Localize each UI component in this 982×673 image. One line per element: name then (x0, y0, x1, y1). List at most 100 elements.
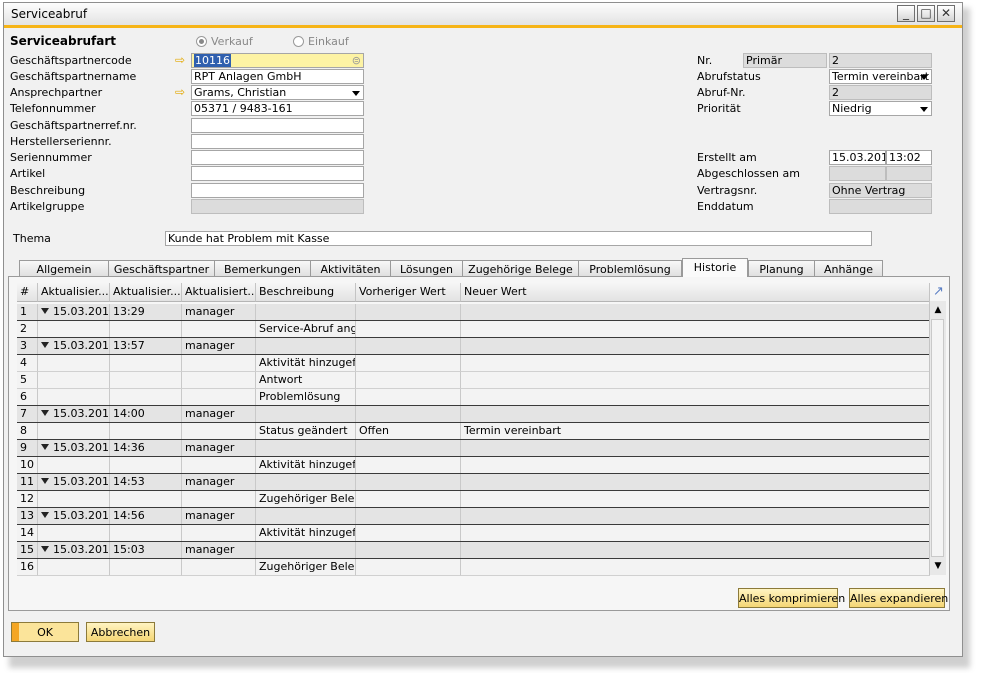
cell-updated-date-text: 15.03.2012 (53, 441, 110, 454)
cancel-button[interactable]: Abbrechen (86, 622, 155, 642)
nr-series-field[interactable]: Primär (743, 53, 827, 68)
table-row[interactable]: 3 15.03.2012 13:57 manager (0, 338, 930, 355)
created-time-field[interactable]: 13:02 (886, 150, 932, 165)
tab-problemloesung[interactable]: Problemlösung (578, 260, 682, 277)
table-row[interactable]: 4 Aktivität hinzugefügt (0, 355, 930, 372)
table-row[interactable]: 12 Zugehöriger Beleg hinzugefügt (0, 491, 930, 508)
tab-historie[interactable]: Historie (682, 258, 748, 277)
bp-name-field[interactable]: RPT Anlagen GmbH (191, 69, 364, 84)
collapse-row-icon[interactable] (41, 512, 49, 518)
table-row[interactable]: 9 15.03.2012 14:36 manager (0, 440, 930, 457)
collapse-row-icon[interactable] (41, 342, 49, 348)
cell-updated-by (182, 423, 256, 440)
bp-ref-field[interactable] (191, 118, 364, 133)
mfr-serial-field[interactable] (191, 134, 364, 149)
tab-zugehoerige-belege[interactable]: Zugehörige Belege (462, 260, 579, 277)
tab-bemerkungen[interactable]: Bemerkungen (214, 260, 311, 277)
collapse-row-icon[interactable] (41, 478, 49, 484)
tab-anhaenge[interactable]: Anhänge (814, 260, 883, 277)
expand-all-button[interactable]: Alles expandieren (849, 588, 948, 608)
collapse-row-icon[interactable] (41, 410, 49, 416)
collapse-row-icon[interactable] (41, 308, 49, 314)
col-header-new-value[interactable]: Neuer Wert (461, 283, 930, 302)
link-arrow-icon[interactable]: ⇨ (175, 54, 185, 66)
radio-verkauf[interactable] (196, 36, 207, 47)
cell-number: 13 (17, 508, 38, 525)
collapse-all-button[interactable]: Alles komprimieren (738, 588, 845, 608)
cell-previous-value (356, 406, 461, 423)
cell-updated-date-text: 15.03.2012 (53, 407, 110, 420)
cell-number: 5 (17, 372, 38, 389)
item-field[interactable] (191, 166, 364, 181)
scroll-up-icon[interactable]: ▲ (931, 303, 945, 317)
call-nr-label: Abruf-Nr. (697, 86, 746, 99)
collapse-row-icon[interactable] (41, 546, 49, 552)
grid-scrollbar[interactable]: ▲ ▼ (929, 301, 946, 575)
contract-field[interactable]: Ohne Vertrag (829, 183, 932, 198)
minimize-icon[interactable]: _ (897, 5, 915, 22)
col-header-updated-by[interactable]: Aktualisiert... (182, 283, 256, 302)
subject-field[interactable]: Kunde hat Problem mit Kasse (165, 231, 872, 246)
ok-button[interactable]: OK (11, 622, 79, 642)
contact-select[interactable]: Grams, Christian (191, 85, 364, 100)
table-row[interactable]: 15 15.03.2012 15:03 manager (0, 542, 930, 559)
table-row[interactable]: 14 Aktivität hinzugefügt (0, 525, 930, 542)
cell-updated-by: manager (182, 338, 256, 355)
table-row[interactable]: 1 15.03.2012 13:29 manager (0, 304, 930, 321)
cell-updated-date (38, 457, 110, 474)
maximize-icon[interactable]: □ (917, 5, 935, 22)
tab-allgemein[interactable]: Allgemein (19, 260, 109, 277)
created-date-field[interactable]: 15.03.2012 (829, 150, 886, 165)
status-label: Abrufstatus (697, 70, 761, 83)
phone-field[interactable]: 05371 / 9483-161 (191, 101, 364, 116)
cell-number-text: 9 (20, 441, 27, 454)
tab-aktivitaeten[interactable]: Aktivitäten (310, 260, 391, 277)
cell-new-value (461, 559, 930, 576)
cell-description: Aktivität hinzugefügt (256, 457, 356, 474)
col-header-previous-value[interactable]: Vorheriger Wert (356, 283, 461, 302)
col-header-number[interactable]: # (17, 283, 38, 302)
close-icon[interactable]: ✕ (937, 5, 955, 22)
description-field[interactable] (191, 183, 364, 198)
cell-description: Antwort (256, 372, 356, 389)
table-row[interactable]: 11 15.03.2012 14:53 manager (0, 474, 930, 491)
cell-updated-time (110, 491, 182, 508)
cell-previous-value (356, 355, 461, 372)
tab-planung[interactable]: Planung (748, 260, 815, 277)
cell-description (256, 508, 356, 525)
cell-new-value (461, 406, 930, 423)
cell-description-text: Zugehöriger Beleg hinzugefügt (259, 492, 355, 505)
col-header-updated-date[interactable]: Aktualisier... (38, 283, 110, 302)
priority-select[interactable]: Niedrig (829, 101, 932, 116)
collapse-row-icon[interactable] (41, 444, 49, 450)
choose-from-list-icon[interactable]: ⊜ (352, 54, 361, 67)
scroll-thumb[interactable] (931, 319, 944, 557)
bp-code-field[interactable]: 10116 ⊜ (191, 53, 364, 68)
expand-table-icon[interactable]: ↗ (933, 284, 944, 299)
table-row[interactable]: 8 Status geändert Offen Termin vereinbart (0, 423, 930, 440)
bp-code-label: Geschäftspartnercode (10, 54, 132, 67)
call-nr-field: 2 (829, 85, 932, 100)
table-row[interactable]: 2 Service-Abruf angelegt (0, 321, 930, 338)
closed-date-field (829, 166, 886, 181)
mfr-serial-label: Herstellerseriennr. (10, 135, 112, 148)
table-row[interactable]: 16 Zugehöriger Beleg hinzugefügt (0, 559, 930, 576)
col-header-updated-time[interactable]: Aktualisier... (110, 283, 182, 302)
scroll-down-icon[interactable]: ▼ (931, 559, 945, 573)
cell-updated-time-text: 13:57 (113, 339, 145, 352)
col-header-description[interactable]: Beschreibung (256, 283, 356, 302)
table-row[interactable]: 10 Aktivität hinzugefügt (0, 457, 930, 474)
tab-loesungen[interactable]: Lösungen (390, 260, 463, 277)
link-arrow-icon[interactable]: ⇨ (175, 86, 185, 98)
tab-geschaeftspartner[interactable]: Geschäftspartner (108, 260, 215, 277)
table-row[interactable]: 5 Antwort (0, 372, 930, 389)
status-select[interactable]: Termin vereinbart (829, 69, 932, 84)
radio-einkauf[interactable] (293, 36, 304, 47)
table-row[interactable]: 6 Problemlösung (0, 389, 930, 406)
cell-new-value (461, 491, 930, 508)
table-row[interactable]: 7 15.03.2012 14:00 manager (0, 406, 930, 423)
cell-number: 15 (17, 542, 38, 559)
serial-field[interactable] (191, 150, 364, 165)
table-row[interactable]: 13 15.03.2012 14:56 manager (0, 508, 930, 525)
cell-description (256, 338, 356, 355)
